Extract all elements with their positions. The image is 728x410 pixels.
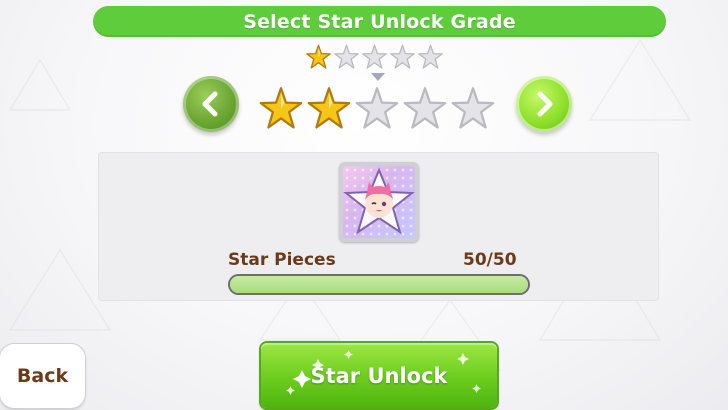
star-pieces-count: 50/50 — [463, 250, 517, 270]
filled-star-icon — [306, 44, 331, 69]
star-pieces-progress-bar — [228, 274, 530, 295]
selection-pointer-icon — [371, 73, 385, 81]
back-button[interactable]: Back — [0, 344, 85, 408]
character-star-piece-icon — [343, 166, 415, 238]
next-grade-button[interactable] — [516, 76, 572, 132]
star-unlock-screen: Select Star Unlock Grade Star Pieces 50/… — [0, 0, 728, 410]
empty-star-icon — [355, 87, 399, 129]
back-button-label: Back — [16, 365, 69, 387]
star-unlock-button[interactable]: Star Unlock — [261, 343, 497, 408]
star-piece-item[interactable] — [339, 162, 419, 242]
empty-star-icon — [390, 44, 415, 69]
star-pieces-label: Star Pieces — [228, 250, 336, 270]
chevron-right-icon — [537, 91, 553, 117]
empty-star-icon — [362, 44, 387, 69]
current-grade-stars — [305, 44, 444, 70]
chevron-left-icon — [202, 91, 218, 117]
empty-star-icon — [418, 44, 443, 69]
star-pieces-progress-fill — [230, 276, 528, 293]
empty-star-icon — [403, 87, 447, 129]
star-unlock-button-label: Star Unlock — [310, 363, 448, 388]
target-grade-stars — [258, 86, 496, 131]
filled-star-icon — [307, 87, 351, 129]
title-banner: Select Star Unlock Grade — [93, 6, 666, 37]
empty-star-icon — [334, 44, 359, 69]
empty-star-icon — [451, 87, 495, 129]
filled-star-icon — [259, 87, 303, 129]
previous-grade-button[interactable] — [183, 76, 239, 132]
page-title: Select Star Unlock Grade — [243, 10, 516, 33]
